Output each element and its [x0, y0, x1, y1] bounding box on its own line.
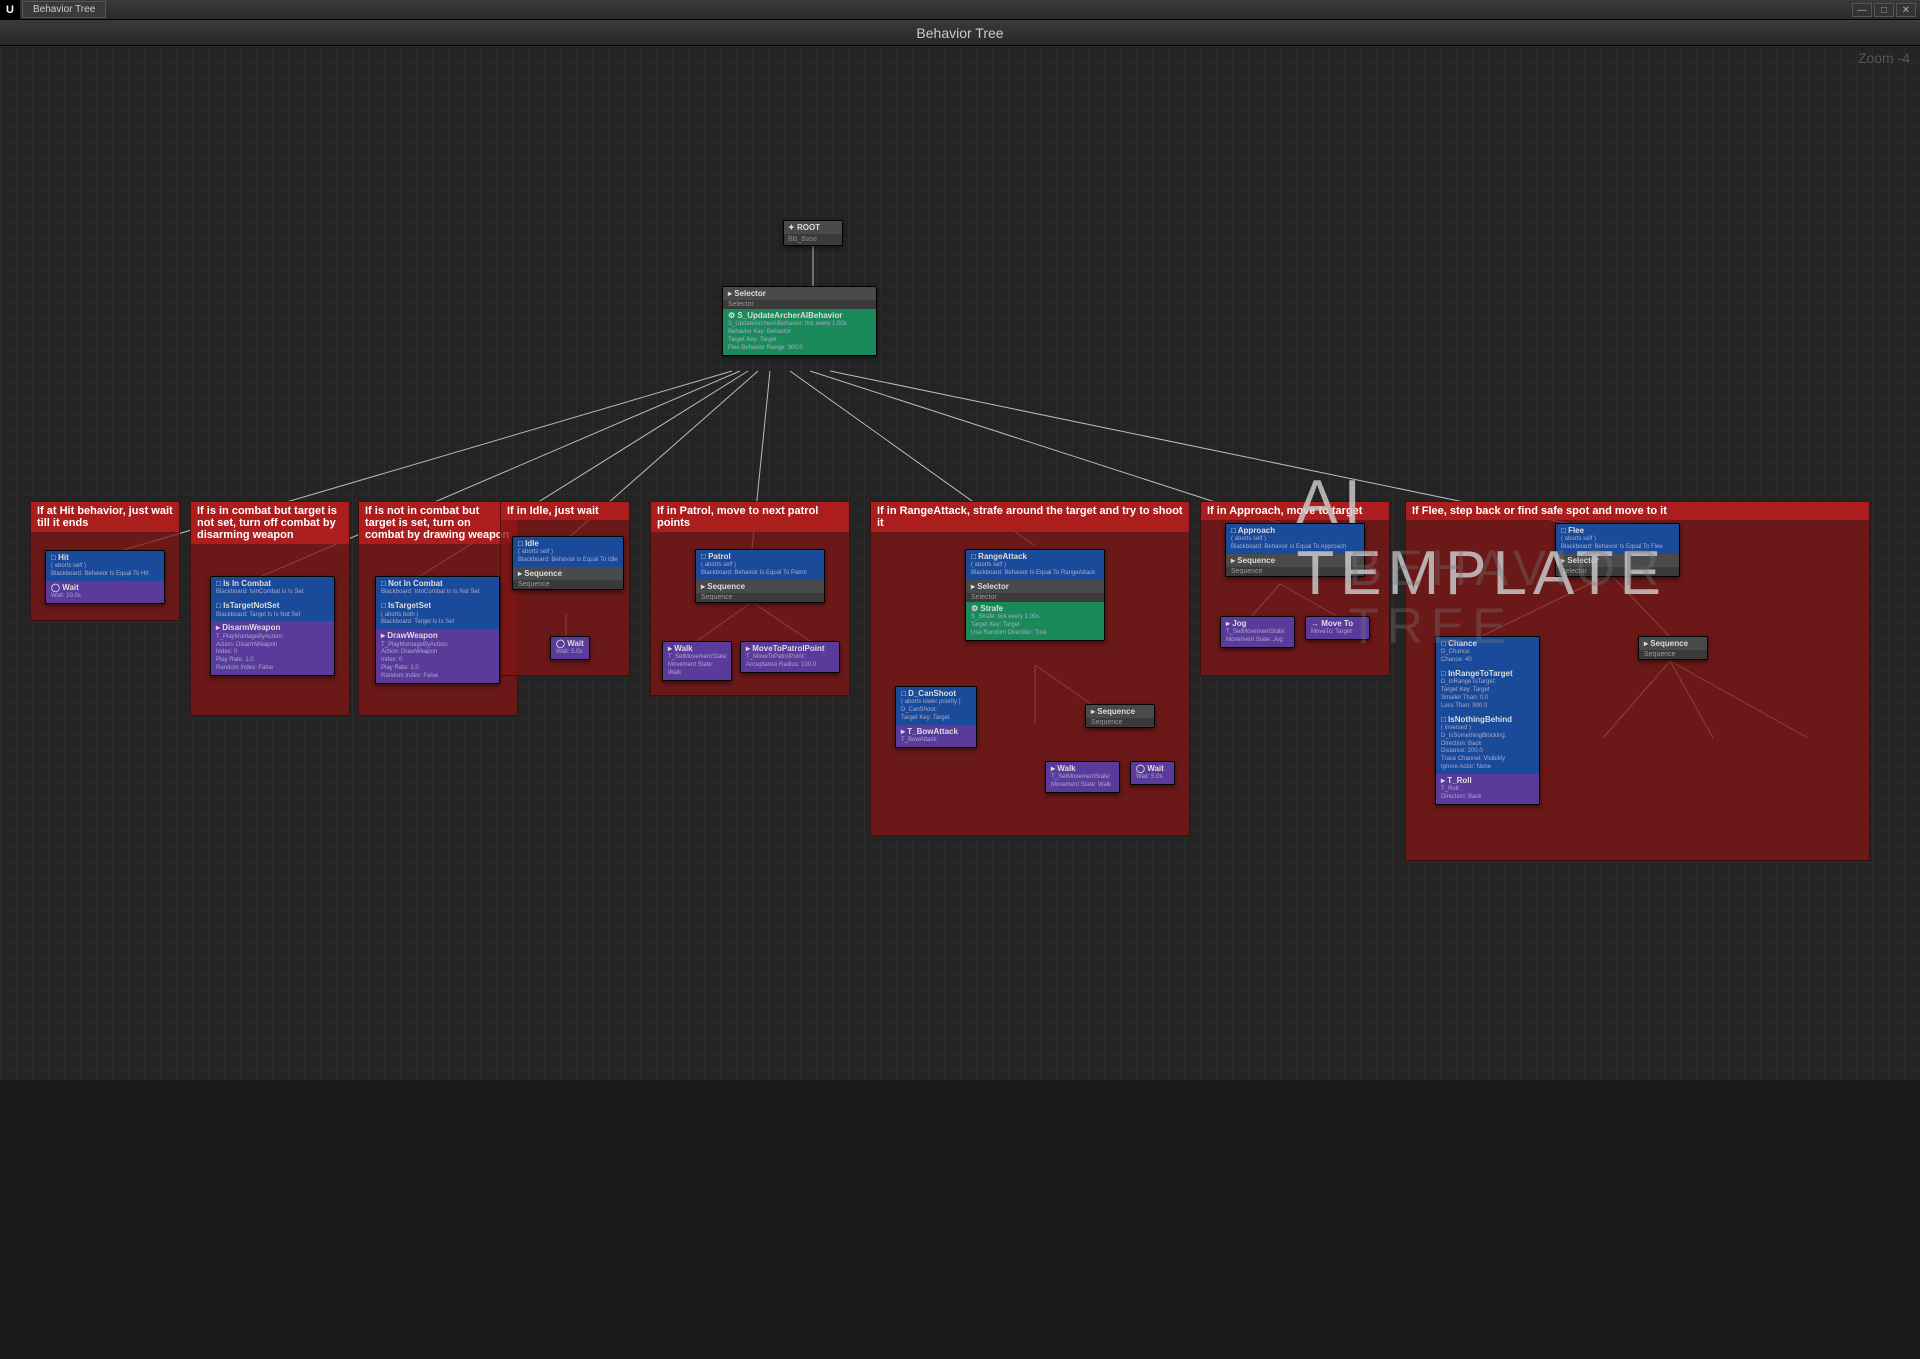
idle-wait-node[interactable]: ◯ WaitWait: 5.0s: [550, 636, 590, 660]
disarm-node[interactable]: □ Is In CombatBlackboard: IsInCombat Is …: [210, 576, 335, 676]
patrol-move-node[interactable]: ▸ MoveToPatrolPointT_MoveToPatrolPoint:A…: [740, 641, 840, 673]
close-button[interactable]: ✕: [1896, 3, 1916, 17]
range-seq-node[interactable]: ▸ SequenceSequence: [1085, 704, 1155, 728]
watermark-subtitle: BEHAVIOR TREE: [1348, 539, 1667, 655]
approach-jog-node[interactable]: ▸ JogT_SetMovementState:Movement State: …: [1220, 616, 1295, 648]
window-controls: — □ ✕: [1852, 3, 1920, 17]
graph-canvas[interactable]: Zoom -4 ✦ ROOT BB_Base ▸ Selector Select…: [0, 46, 1920, 1080]
range-node[interactable]: □ RangeAttack( aborts self )Blackboard: …: [965, 549, 1105, 641]
root-node[interactable]: ✦ ROOT BB_Base: [783, 220, 843, 246]
selector-node[interactable]: ▸ Selector Selector ⚙ S_UpdateArcherAIBe…: [722, 286, 877, 356]
flee-seq-node[interactable]: ▸ SequenceSequence ▸ JogT_SetMovementSta…: [1638, 636, 1708, 660]
flee-left-branch[interactable]: □ ChanceD_Chance:Chance: 40 □ InRangeToT…: [1435, 636, 1540, 805]
document-tab[interactable]: Behavior Tree: [22, 1, 106, 18]
app-logo-icon: U: [0, 0, 20, 20]
range-canshoot-node[interactable]: □ D_CanShoot( aborts lower priority )D_C…: [895, 686, 977, 748]
titlebar: U Behavior Tree — □ ✕: [0, 0, 1920, 20]
minimize-button[interactable]: —: [1852, 3, 1872, 17]
idle-node[interactable]: □ Idle( aborts self )Blackboard: Behavio…: [512, 536, 624, 590]
hit-node[interactable]: □ Hit( aborts self )Blackboard: Behavior…: [45, 550, 165, 604]
patrol-node[interactable]: □ Patrol( aborts self )Blackboard: Behav…: [695, 549, 825, 603]
zoom-indicator: Zoom -4: [1858, 50, 1910, 66]
range-walk-node[interactable]: ▸ WalkT_SetMovementState:Movement State:…: [1045, 761, 1120, 793]
range-wait-node[interactable]: ◯ WaitWait: 5.0s: [1130, 761, 1175, 785]
maximize-button[interactable]: □: [1874, 3, 1894, 17]
arm-node[interactable]: □ Not In CombatBlackboard: IsInCombat Is…: [375, 576, 500, 684]
editor-header: Behavior Tree: [0, 20, 1920, 46]
patrol-walk-node[interactable]: ▸ WalkT_SetMovementState:Movement State:…: [662, 641, 732, 681]
